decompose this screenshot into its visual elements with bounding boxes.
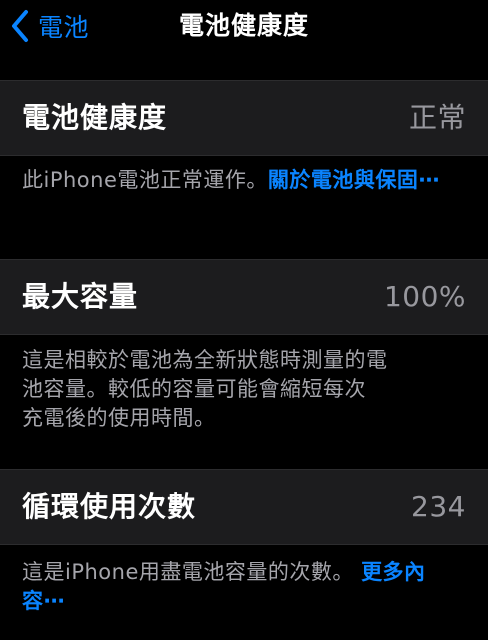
cycle-count-value: 234 [411,490,466,523]
battery-health-footer: 此iPhone電池正常運作。關於電池與保固⋯ [22,166,462,195]
maximum-capacity-footer-line: 這是相較於電池為全新狀態時測量的電 [22,348,388,372]
battery-health-label: 電池健康度 [22,101,168,134]
maximum-capacity-label: 最大容量 [22,280,139,313]
battery-health-row: 電池健康度 正常 [0,80,488,156]
maximum-capacity-footer: 這是相較於電池為全新狀態時測量的電 池容量。較低的容量可能會縮短每次 充電後的使… [22,346,462,433]
maximum-capacity-value: 100% [383,280,466,313]
battery-warranty-link[interactable]: 關於電池與保固⋯ [268,168,440,192]
cycle-count-row: 循環使用次數 234 [0,469,488,545]
maximum-capacity-footer-line: 充電後的使用時間。 [22,406,216,430]
cycle-count-label: 循環使用次數 [22,490,197,523]
maximum-capacity-row: 最大容量 100% [0,259,488,335]
battery-health-footer-text: 此iPhone電池正常運作。 [22,168,268,192]
page-title: 電池健康度 [178,11,309,40]
maximum-capacity-footer-line: 池容量。較低的容量可能會縮短每次 [22,377,366,401]
navigation-bar: 電池 電池健康度 [0,0,488,52]
cycle-count-footer-text: 這是iPhone用盡電池容量的次數。 [22,560,362,584]
battery-health-value: 正常 [408,101,466,134]
cycle-count-footer: 這是iPhone用盡電池容量的次數。 更多內容⋯ [22,558,462,616]
